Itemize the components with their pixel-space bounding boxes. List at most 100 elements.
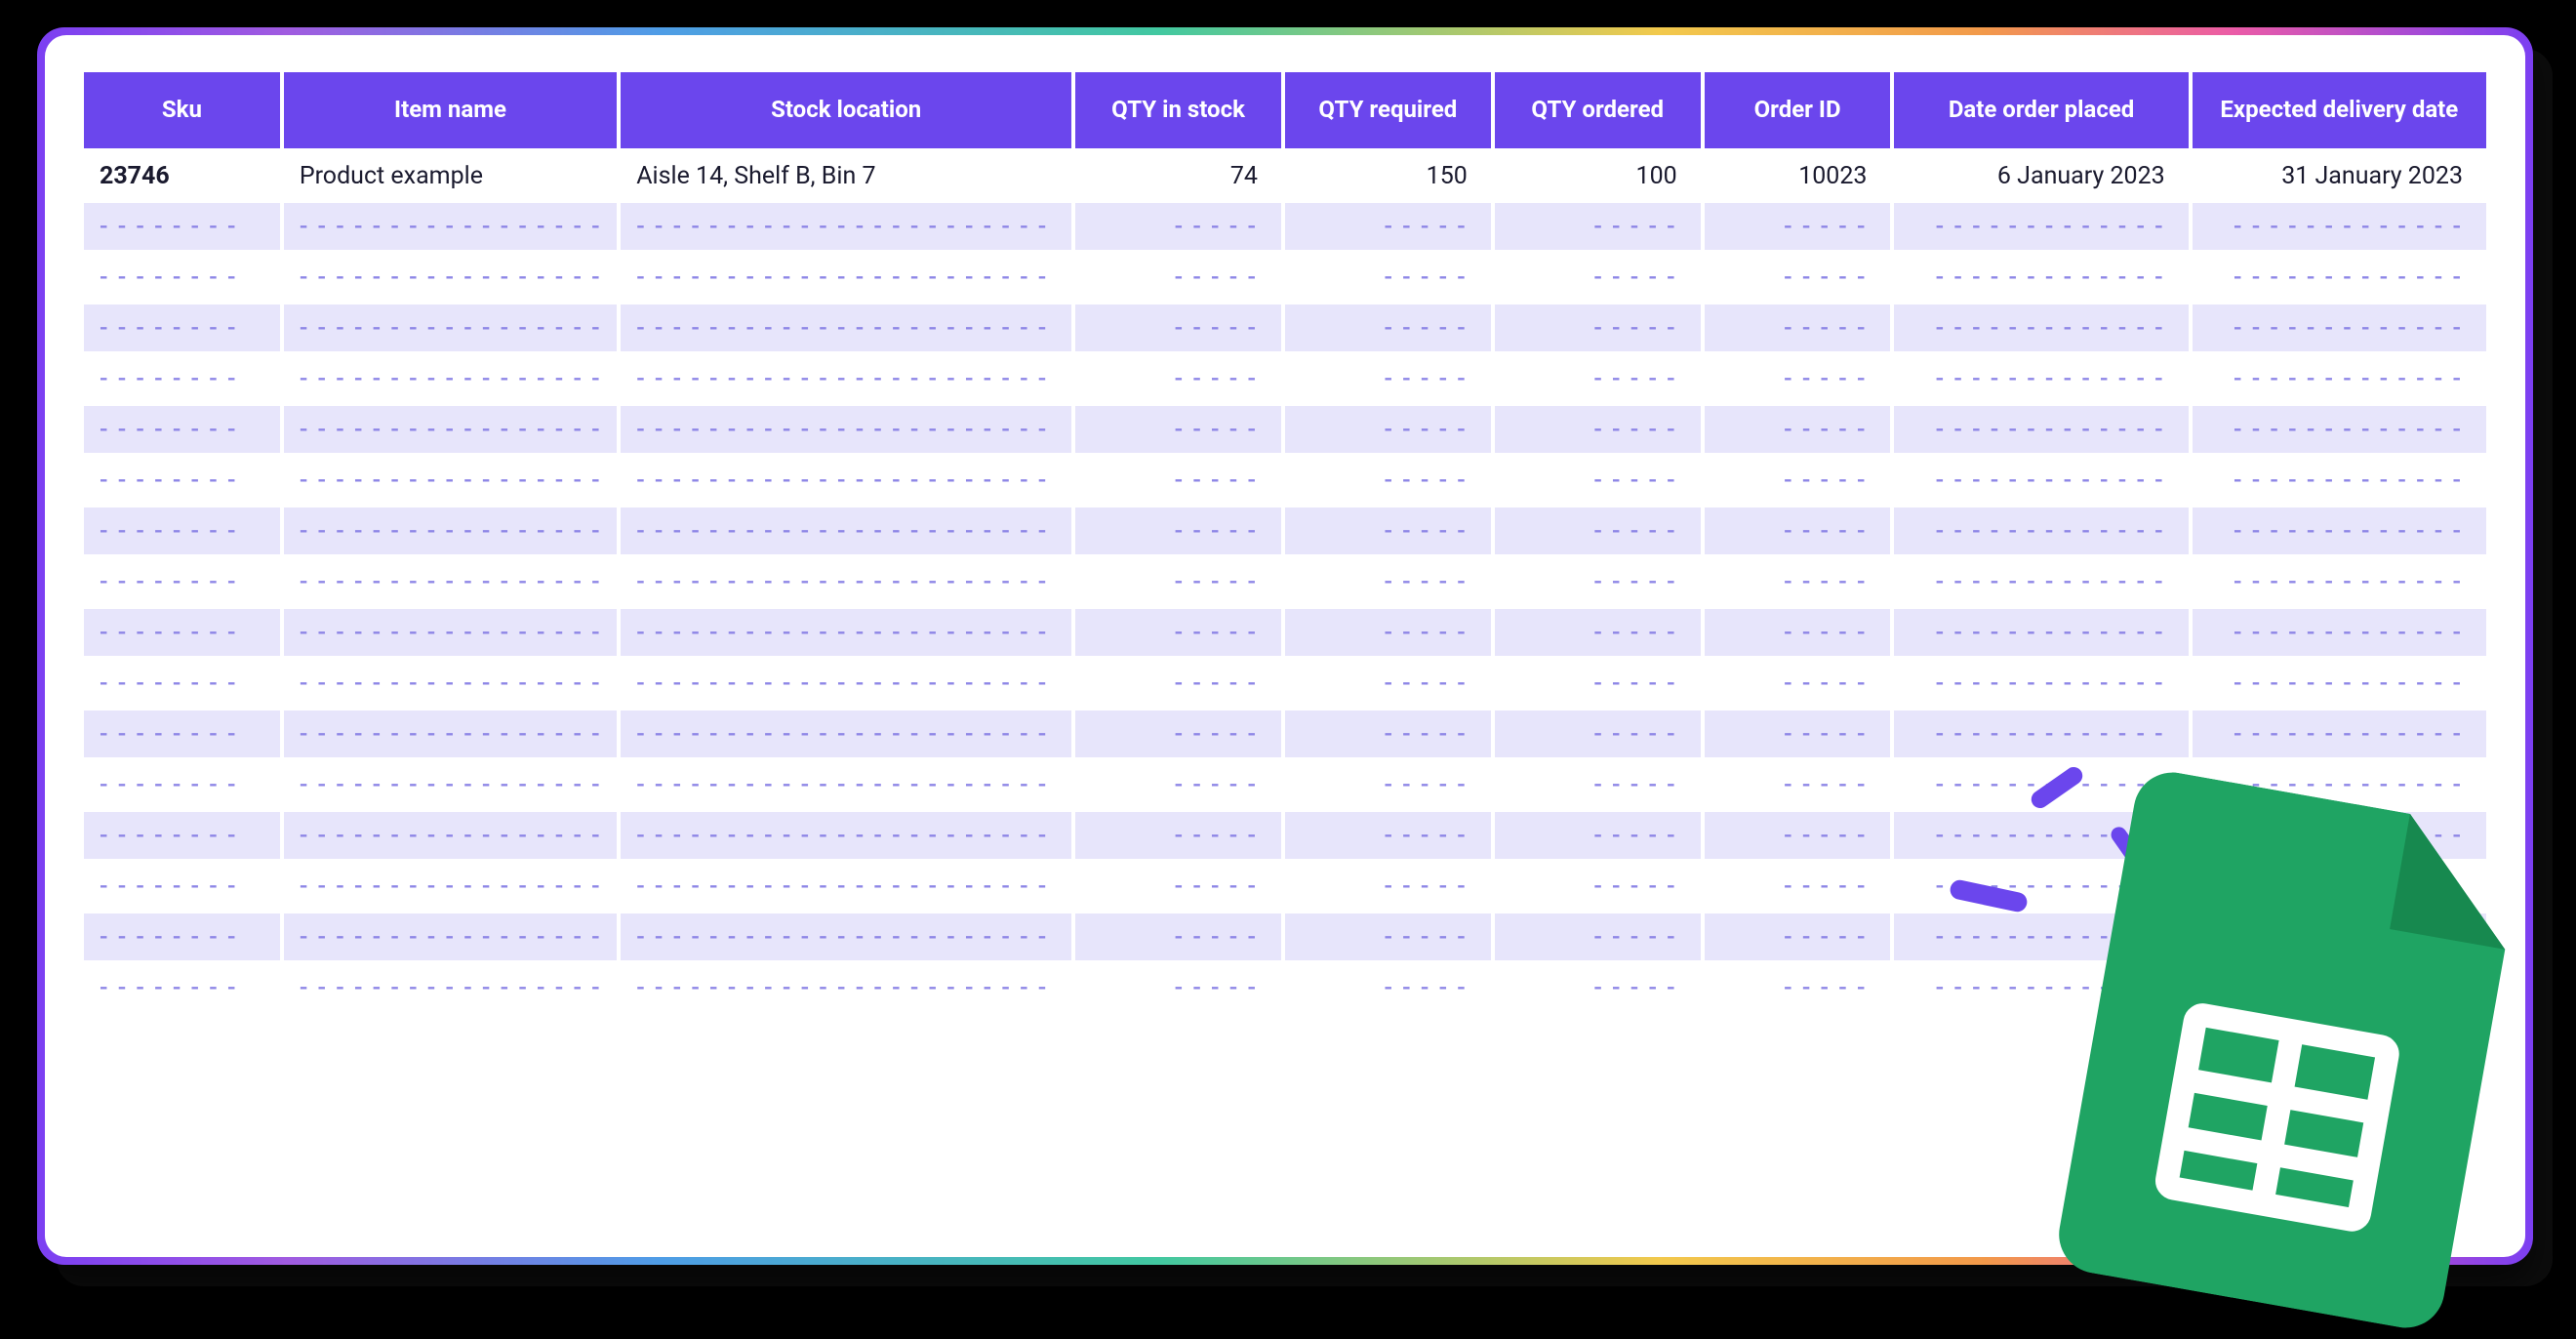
table-row-empty[interactable]: - - - - - - - -- - - - - - - - - - - - -…	[84, 254, 2486, 301]
cell-placeholder[interactable]: - - - - -	[1075, 913, 1281, 960]
col-date-placed[interactable]: Date order placed	[1894, 72, 2188, 148]
cell-placeholder[interactable]: - - - - - - - - - - - - - - - - -	[284, 355, 617, 402]
cell-placeholder[interactable]: - - - - - - - - - - - - -	[2193, 558, 2486, 605]
cell-placeholder[interactable]: - - - - - - - - - - - - -	[1894, 507, 2188, 554]
table-row-empty[interactable]: - - - - - - - -- - - - - - - - - - - - -…	[84, 558, 2486, 605]
col-qty-stock[interactable]: QTY in stock	[1075, 72, 1281, 148]
col-item-name[interactable]: Item name	[284, 72, 617, 148]
cell-placeholder[interactable]: - - - - -	[1495, 406, 1701, 453]
cell-placeholder[interactable]: - - - - -	[1495, 863, 1701, 910]
cell-qty-ordered[interactable]: 100	[1495, 152, 1701, 199]
col-stock-loc[interactable]: Stock location	[621, 72, 1071, 148]
cell-placeholder[interactable]: - - - - -	[1075, 964, 1281, 1011]
cell-placeholder[interactable]: - - - - - - - - - - - - - - - - -	[284, 863, 617, 910]
cell-placeholder[interactable]: - - - - - - - - - - - - - - - - - - - - …	[621, 761, 1071, 808]
cell-placeholder[interactable]: - - - - -	[1075, 254, 1281, 301]
cell-placeholder[interactable]: - - - - -	[1075, 355, 1281, 402]
cell-item-name[interactable]: Product example	[284, 152, 617, 199]
table-row-empty[interactable]: - - - - - - - -- - - - - - - - - - - - -…	[84, 457, 2486, 504]
cell-placeholder[interactable]: - - - - - - - - - - - - - - - - - - - - …	[621, 609, 1071, 656]
cell-placeholder[interactable]: - - - - -	[1285, 355, 1491, 402]
cell-placeholder[interactable]: - - - - -	[1705, 710, 1891, 757]
cell-placeholder[interactable]: - - - - -	[1705, 609, 1891, 656]
col-order-id[interactable]: Order ID	[1705, 72, 1891, 148]
cell-placeholder[interactable]: - - - - - - - - - - - - -	[2193, 660, 2486, 707]
col-qty-req[interactable]: QTY required	[1285, 72, 1491, 148]
cell-placeholder[interactable]: - - - - - - - - - - - - - - - - -	[284, 457, 617, 504]
cell-placeholder[interactable]: - - - - - - - - - - - - - - - - -	[284, 558, 617, 605]
cell-placeholder[interactable]: - - - - - - - -	[84, 710, 280, 757]
cell-placeholder[interactable]: - - - - -	[1075, 660, 1281, 707]
cell-placeholder[interactable]: - - - - -	[1495, 254, 1701, 301]
cell-qty-in-stock[interactable]: 74	[1075, 152, 1281, 199]
col-exp-delivery[interactable]: Expected delivery date	[2193, 72, 2486, 148]
cell-placeholder[interactable]: - - - - -	[1075, 609, 1281, 656]
cell-placeholder[interactable]: - - - - -	[1285, 913, 1491, 960]
cell-placeholder[interactable]: - - - - -	[1705, 507, 1891, 554]
cell-placeholder[interactable]: - - - - - - - - - - - - - - - - - - - - …	[621, 203, 1071, 250]
cell-placeholder[interactable]: - - - - - - - - - - - - - - - - - - - - …	[621, 812, 1071, 859]
cell-placeholder[interactable]: - - - - -	[1285, 710, 1491, 757]
cell-placeholder[interactable]: - - - - - - - -	[84, 609, 280, 656]
cell-placeholder[interactable]: - - - - -	[1495, 609, 1701, 656]
cell-placeholder[interactable]: - - - - -	[1705, 812, 1891, 859]
table-row-empty[interactable]: - - - - - - - -- - - - - - - - - - - - -…	[84, 710, 2486, 757]
cell-placeholder[interactable]: - - - - - - - - - - - - -	[1894, 203, 2188, 250]
cell-placeholder[interactable]: - - - - -	[1495, 203, 1701, 250]
col-sku[interactable]: Sku	[84, 72, 280, 148]
cell-placeholder[interactable]: - - - - - - - -	[84, 761, 280, 808]
cell-placeholder[interactable]: - - - - - - - - - - - - -	[1894, 406, 2188, 453]
cell-placeholder[interactable]: - - - - - - - - - - - - - - - - -	[284, 913, 617, 960]
cell-placeholder[interactable]: - - - - -	[1285, 863, 1491, 910]
cell-stock-location[interactable]: Aisle 14, Shelf B, Bin 7	[621, 152, 1071, 199]
cell-placeholder[interactable]: - - - - - - - - - - - - - - - - -	[284, 812, 617, 859]
cell-placeholder[interactable]: - - - - -	[1075, 710, 1281, 757]
cell-placeholder[interactable]: - - - - -	[1075, 457, 1281, 504]
cell-qty-required[interactable]: 150	[1285, 152, 1491, 199]
cell-placeholder[interactable]: - - - - - - - - - - - - -	[2193, 355, 2486, 402]
cell-placeholder[interactable]: - - - - - - - -	[84, 913, 280, 960]
table-row-empty[interactable]: - - - - - - - -- - - - - - - - - - - - -…	[84, 203, 2486, 250]
cell-placeholder[interactable]: - - - - - - - - - - - - - - - - - - - - …	[621, 964, 1071, 1011]
cell-placeholder[interactable]: - - - - - - - - - - - - - - - - - - - - …	[621, 457, 1071, 504]
cell-placeholder[interactable]: - - - - -	[1495, 710, 1701, 757]
cell-placeholder[interactable]: - - - - -	[1705, 558, 1891, 605]
cell-placeholder[interactable]: - - - - -	[1495, 304, 1701, 351]
cell-placeholder[interactable]: - - - - -	[1285, 761, 1491, 808]
cell-placeholder[interactable]: - - - - -	[1495, 761, 1701, 808]
cell-placeholder[interactable]: - - - - - - - -	[84, 254, 280, 301]
cell-placeholder[interactable]: - - - - - - - - - - - - - - - - -	[284, 609, 617, 656]
cell-expected-delivery[interactable]: 31 January 2023	[2193, 152, 2486, 199]
cell-order-id[interactable]: 10023	[1705, 152, 1891, 199]
cell-placeholder[interactable]: - - - - -	[1285, 507, 1491, 554]
cell-placeholder[interactable]: - - - - - - - - - - - - - - - - -	[284, 710, 617, 757]
cell-placeholder[interactable]: - - - - - - - - - - - - - - - - -	[284, 254, 617, 301]
cell-placeholder[interactable]: - - - - - - - -	[84, 203, 280, 250]
cell-placeholder[interactable]: - - - - -	[1705, 964, 1891, 1011]
cell-placeholder[interactable]: - - - - - - - -	[84, 812, 280, 859]
cell-placeholder[interactable]: - - - - - - - - - - - - -	[2193, 406, 2486, 453]
cell-placeholder[interactable]: - - - - -	[1495, 457, 1701, 504]
cell-placeholder[interactable]: - - - - -	[1285, 203, 1491, 250]
cell-placeholder[interactable]: - - - - - - - -	[84, 355, 280, 402]
cell-placeholder[interactable]: - - - - - - - - - - - - - - - - - - - - …	[621, 660, 1071, 707]
cell-placeholder[interactable]: - - - - -	[1705, 457, 1891, 504]
cell-sku[interactable]: 23746	[84, 152, 280, 199]
cell-placeholder[interactable]: - - - - -	[1075, 558, 1281, 605]
cell-placeholder[interactable]: - - - - -	[1705, 863, 1891, 910]
cell-placeholder[interactable]: - - - - -	[1495, 913, 1701, 960]
cell-placeholder[interactable]: - - - - -	[1075, 863, 1281, 910]
cell-placeholder[interactable]: - - - - - - - - - - - - - - - - - - - - …	[621, 913, 1071, 960]
cell-placeholder[interactable]: - - - - - - - - - - - - - - - - -	[284, 761, 617, 808]
cell-placeholder[interactable]: - - - - -	[1705, 913, 1891, 960]
cell-placeholder[interactable]: - - - - -	[1285, 406, 1491, 453]
table-row-empty[interactable]: - - - - - - - -- - - - - - - - - - - - -…	[84, 507, 2486, 554]
cell-placeholder[interactable]: - - - - - - - - - - - - -	[2193, 254, 2486, 301]
cell-placeholder[interactable]: - - - - -	[1705, 254, 1891, 301]
cell-placeholder[interactable]: - - - - -	[1285, 304, 1491, 351]
col-qty-ord[interactable]: QTY ordered	[1495, 72, 1701, 148]
cell-placeholder[interactable]: - - - - - - - - - - - - -	[1894, 457, 2188, 504]
cell-placeholder[interactable]: - - - - - - - - - - - - - - - - - - - - …	[621, 304, 1071, 351]
cell-placeholder[interactable]: - - - - -	[1705, 761, 1891, 808]
cell-placeholder[interactable]: - - - - - - - - - - - - -	[2193, 710, 2486, 757]
